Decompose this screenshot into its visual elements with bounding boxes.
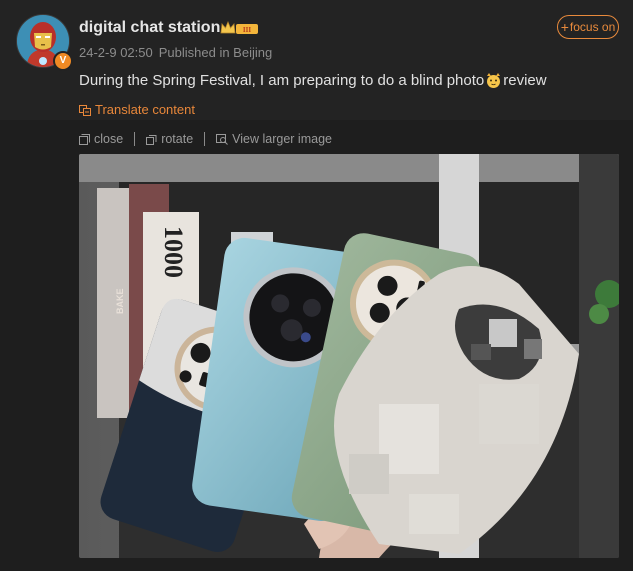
toolbar-divider <box>134 132 136 146</box>
translate-link[interactable]: Translate content <box>79 102 195 117</box>
follow-button[interactable]: + focus on <box>557 15 619 39</box>
translate-label: Translate content <box>95 102 195 117</box>
post-meta: 24-2-9 02:50 Published in Beijing <box>79 45 272 60</box>
rotate-button[interactable]: rotate <box>146 132 193 146</box>
vip-badge: III <box>220 20 260 36</box>
rotate-label: rotate <box>161 132 194 146</box>
post-text-main: During the Spring Festival, I am prepari… <box>79 72 485 89</box>
view-larger-label: View larger image <box>232 132 332 146</box>
follow-label: focus on <box>569 20 616 34</box>
close-label: close <box>94 132 124 146</box>
post-text-end: review <box>503 72 547 89</box>
post-header: V digital chat station III 24-2-9 02:50 P… <box>0 0 633 120</box>
toolbar-divider <box>204 132 206 146</box>
post-text: During the Spring Festival, I am prepari… <box>79 72 547 89</box>
phones-photo: BAKE 1000 <box>79 154 619 558</box>
rotate-icon <box>146 134 157 145</box>
post-date: 24-2-9 02:50 <box>79 45 153 60</box>
username[interactable]: digital chat station <box>79 19 220 37</box>
crown-icon: III <box>220 20 258 34</box>
view-larger-icon <box>216 133 229 145</box>
plus-icon: + <box>560 19 569 35</box>
translate-icon <box>79 104 91 116</box>
image-toolbar: close rotate View larger image <box>79 130 332 148</box>
close-button[interactable]: close <box>79 132 123 146</box>
post-location: Published in Beijing <box>158 45 273 60</box>
post-photo[interactable]: BAKE 1000 <box>79 154 619 558</box>
book-spine-text: 1000 <box>159 226 188 278</box>
verified-badge: V <box>53 51 73 71</box>
vip-level-text: III <box>243 26 251 34</box>
cat-face-emoji-icon <box>485 72 502 89</box>
book-side-text: BAKE <box>115 288 125 314</box>
view-larger-button[interactable]: View larger image <box>216 132 332 146</box>
close-icon <box>79 133 90 145</box>
